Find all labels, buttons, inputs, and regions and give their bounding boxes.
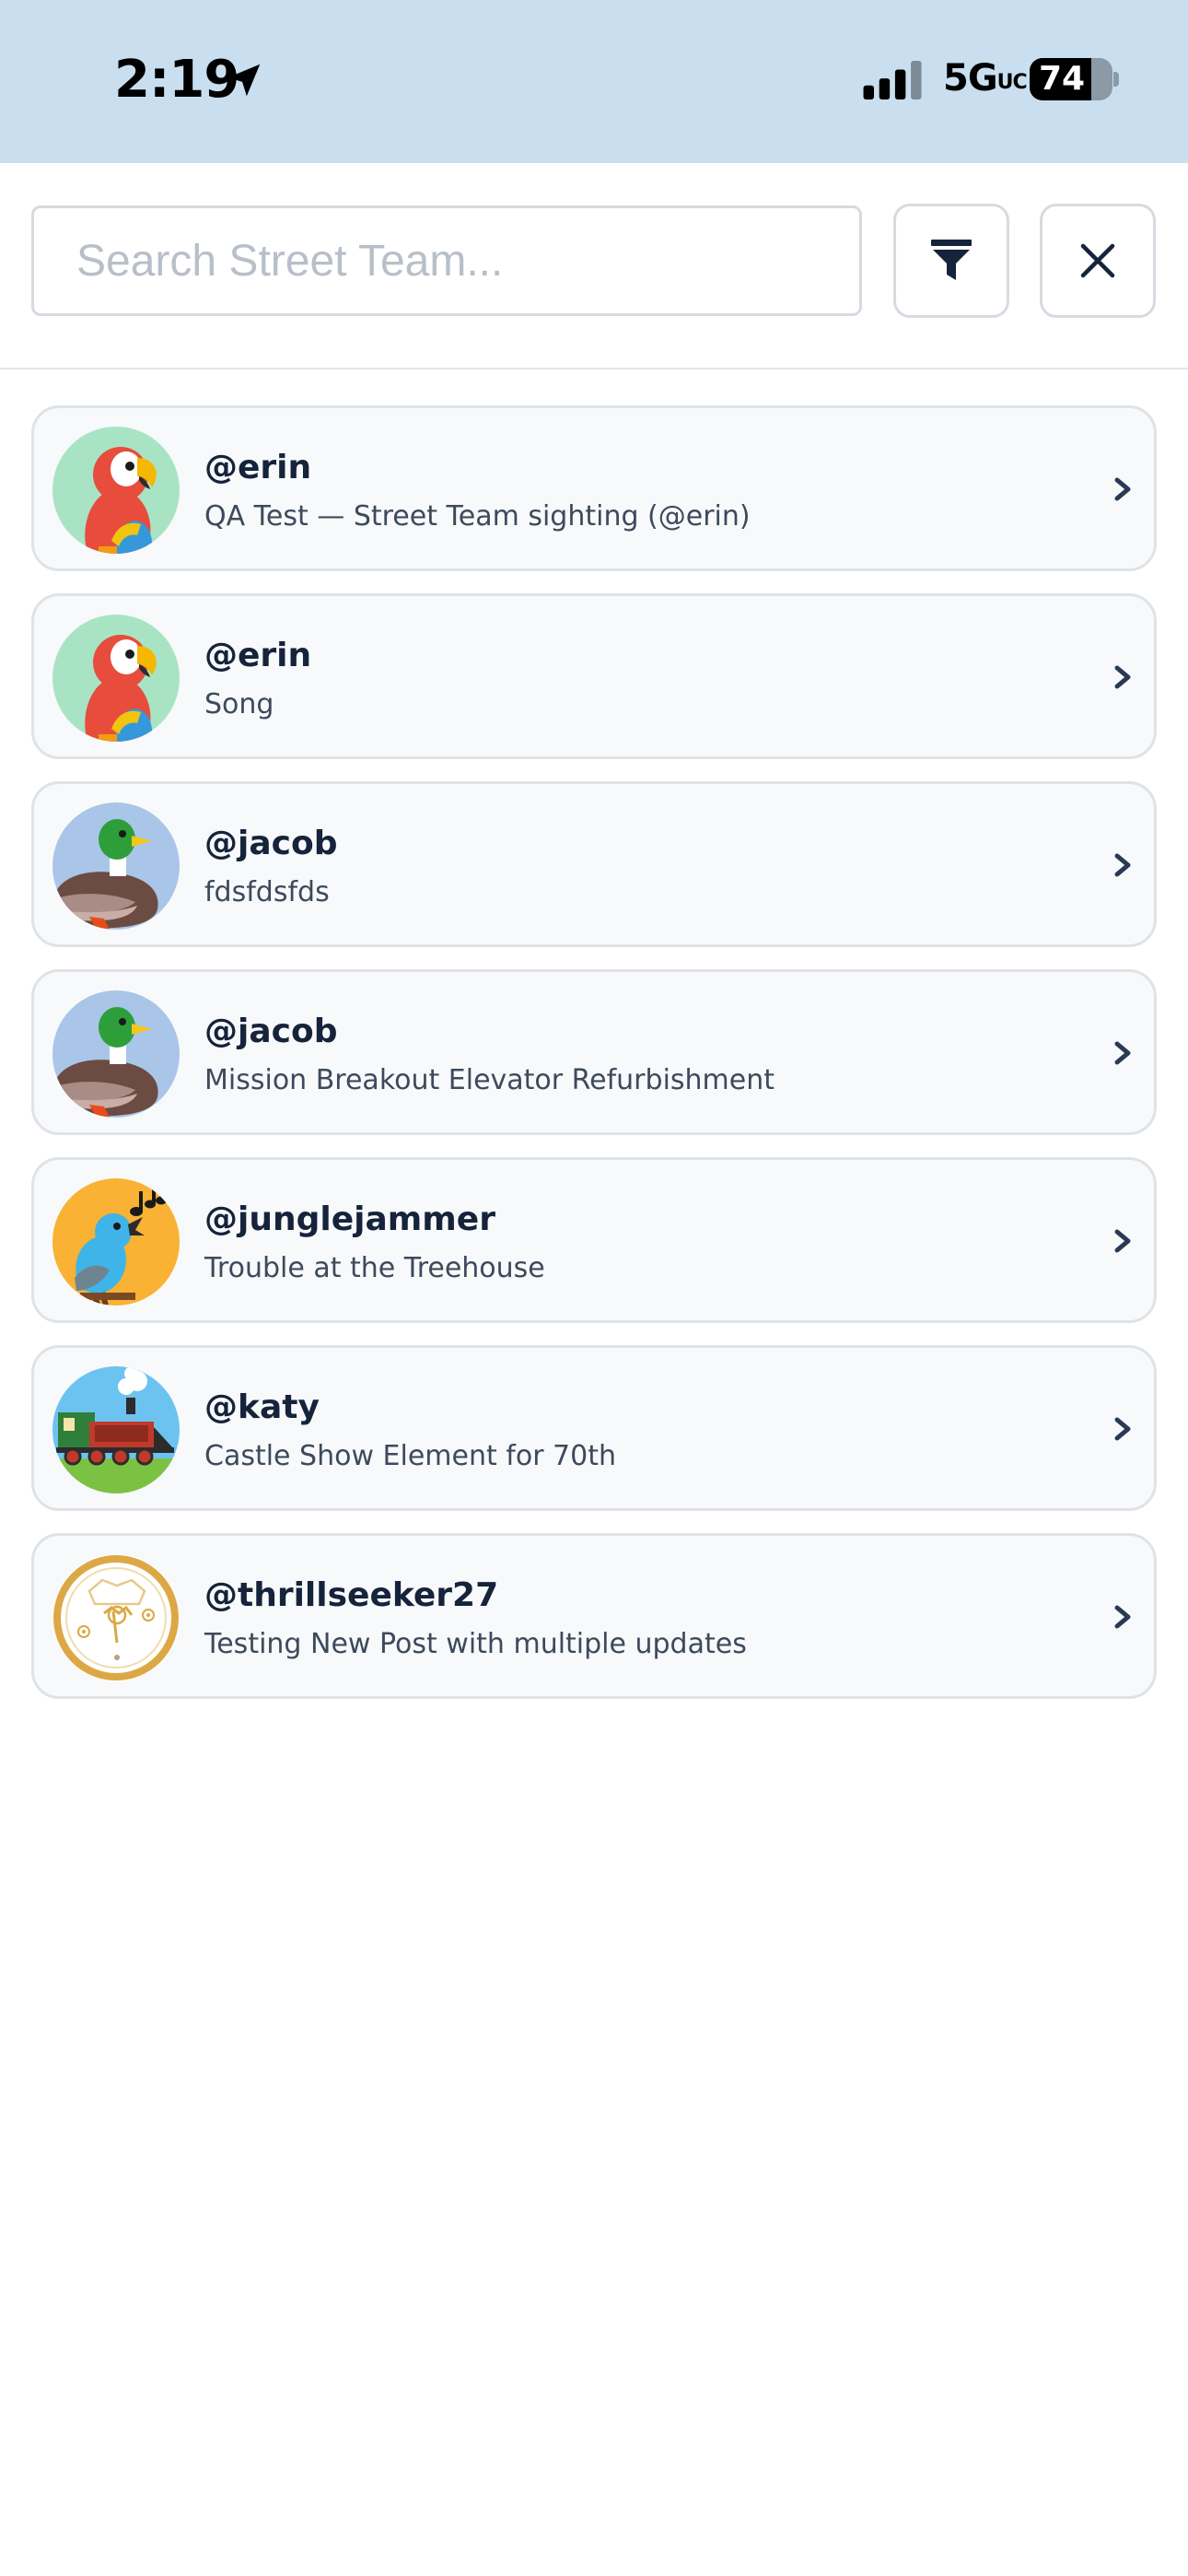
post-title: Mission Breakout Elevator Refurbishment [204, 1064, 775, 1096]
post-handle: @junglejammer [204, 1200, 495, 1238]
filter-icon [931, 240, 972, 280]
avatar [52, 615, 180, 742]
sun-badge-icon [52, 1554, 180, 1681]
post-handle: @thrillseeker27 [204, 1576, 499, 1614]
post-handle: @erin [204, 449, 312, 486]
post-card[interactable]: @jacob Mission Breakout Elevator Refurbis… [31, 969, 1157, 1135]
location-arrow-icon [227, 64, 261, 97]
battery-percent: 74 [1038, 60, 1086, 98]
search-input[interactable] [31, 205, 862, 316]
chevron-right-icon [1114, 1605, 1131, 1629]
chevron-right-icon [1114, 477, 1131, 501]
post-title: QA Test — Street Team sighting (@erin) [204, 500, 751, 533]
status-bar: 2:19 5GUC 74 [0, 0, 1188, 163]
close-button[interactable] [1040, 204, 1156, 318]
filter-button[interactable] [893, 204, 1009, 318]
post-title: Trouble at the Treehouse [204, 1252, 545, 1284]
parrot-icon [52, 427, 180, 554]
avatar [52, 1554, 180, 1681]
post-card[interactable]: @erin Song [31, 593, 1157, 759]
singing-bird-icon [52, 1178, 180, 1306]
avatar [52, 990, 180, 1118]
post-list: @erin QA Test — Street Team sighting (@er… [31, 405, 1157, 1721]
search-header [0, 163, 1188, 369]
train-icon [52, 1366, 180, 1493]
avatar [52, 427, 180, 554]
status-time: 2:19 [114, 50, 239, 110]
cellular-signal-icon [863, 61, 922, 100]
chevron-right-icon [1114, 665, 1131, 689]
close-icon [1080, 243, 1115, 278]
battery-icon: 74 [1030, 58, 1112, 100]
post-handle: @erin [204, 637, 312, 674]
avatar [52, 1366, 180, 1493]
network-type: 5GUC [943, 57, 1028, 100]
post-title: Castle Show Element for 70th [204, 1440, 617, 1472]
chevron-right-icon [1114, 1041, 1131, 1065]
post-title: fdsfdsfds [204, 876, 330, 908]
post-handle: @jacob [204, 825, 338, 862]
chevron-right-icon [1114, 1417, 1131, 1441]
post-title: Testing New Post with multiple updates [204, 1628, 747, 1660]
post-handle: @katy [204, 1388, 320, 1426]
post-card[interactable]: @junglejammer Trouble at the Treehouse [31, 1157, 1157, 1323]
parrot-icon [52, 615, 180, 742]
post-title: Song [204, 688, 274, 720]
chevron-right-icon [1114, 853, 1131, 877]
post-card[interactable]: @jacob fdsfdsfds [31, 781, 1157, 947]
post-handle: @jacob [204, 1013, 338, 1050]
post-card[interactable]: @erin QA Test — Street Team sighting (@er… [31, 405, 1157, 571]
avatar [52, 802, 180, 930]
post-card[interactable]: @katy Castle Show Element for 70th [31, 1345, 1157, 1511]
avatar [52, 1178, 180, 1306]
chevron-right-icon [1114, 1229, 1131, 1253]
duck-icon [52, 990, 180, 1118]
duck-icon [52, 802, 180, 930]
post-card[interactable]: @thrillseeker27 Testing New Post with mul… [31, 1533, 1157, 1699]
battery-nub [1113, 72, 1119, 87]
